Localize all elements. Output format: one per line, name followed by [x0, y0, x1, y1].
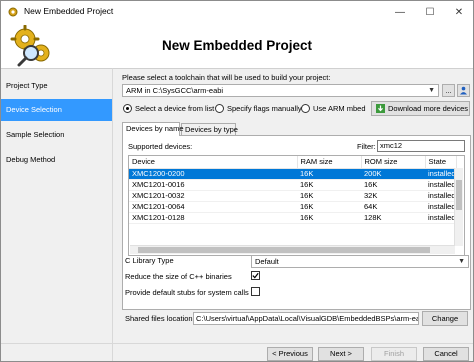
chevron-down-icon: ▼: [428, 87, 435, 94]
radio-indicator: [215, 104, 224, 113]
ram-cell: 16K: [297, 190, 361, 202]
radio-indicator: [301, 104, 310, 113]
clib-type-value: Default: [255, 257, 279, 266]
ram-cell: 16K: [297, 212, 361, 224]
device-name-cell: XMC1201-0128: [129, 212, 297, 224]
table-row[interactable]: XMC1201-0128 16K 128K installed: [129, 212, 456, 224]
radio-arm-mbed[interactable]: Use ARM mbed: [301, 104, 366, 113]
shared-location-field[interactable]: C:\Users\virtual\AppData\Local\VisualGDB…: [193, 312, 419, 325]
device-table-header: Device RAM size ROM size State: [129, 156, 457, 169]
column-header-rom[interactable]: ROM size: [361, 156, 426, 169]
previous-button[interactable]: < Previous: [267, 347, 313, 361]
rom-cell: 64K: [361, 201, 425, 213]
toolchain-value: ARM in C:\SysGCC\arm-eabi: [126, 86, 224, 95]
table-row[interactable]: XMC1201-0016 16K 16K installed: [129, 179, 456, 191]
cancel-button[interactable]: Cancel: [423, 347, 469, 361]
filter-label: Filter:: [357, 142, 376, 151]
person-icon: [460, 86, 467, 95]
vertical-scroll-thumb[interactable]: [456, 180, 462, 210]
maximize-icon: ☐: [425, 6, 435, 18]
state-cell: installed: [425, 179, 456, 191]
rom-cell: 128K: [361, 212, 425, 224]
reduce-size-label: Reduce the size of C++ binaries: [125, 272, 232, 281]
device-name-cell: XMC1200-0200: [129, 168, 297, 180]
default-stubs-checkbox[interactable]: [251, 287, 260, 296]
device-name-cell: XMC1201-0032: [129, 190, 297, 202]
toolchain-browse-label: ...: [445, 86, 452, 95]
horizontal-scrollbar[interactable]: [130, 245, 455, 254]
radio-label: Select a device from list: [135, 104, 215, 113]
horizontal-scroll-thumb[interactable]: [138, 247, 430, 253]
tab-devices-by-name[interactable]: Devices by name: [122, 122, 184, 136]
rom-cell: 16K: [361, 179, 425, 191]
toolchain-prompt: Please select a toolchain that will be u…: [122, 73, 331, 82]
column-header-state[interactable]: State: [425, 156, 457, 169]
download-devices-button[interactable]: Download more devices: [371, 101, 470, 116]
toolchain-browse-button[interactable]: ...: [442, 84, 455, 97]
radio-device-from-list[interactable]: Select a device from list: [123, 104, 214, 113]
wizard-steps-sidebar: Project Type Device Selection Sample Sel…: [1, 68, 113, 361]
supported-devices-label: Supported devices:: [128, 142, 193, 151]
toolchain-settings-button[interactable]: [457, 84, 470, 97]
device-list: Device RAM size ROM size State XMC1200-0…: [128, 155, 465, 256]
sidebar-item-device-selection[interactable]: Device Selection: [1, 99, 112, 121]
default-stubs-label: Provide default stubs for system calls: [125, 288, 249, 297]
wizard-header: New Embedded Project: [1, 23, 473, 68]
checkmark-icon: [252, 272, 259, 279]
table-row[interactable]: XMC1201-0032 16K 32K installed: [129, 190, 456, 202]
state-cell: installed: [425, 190, 456, 202]
vertical-scrollbar[interactable]: [454, 168, 463, 246]
rom-cell: 32K: [361, 190, 425, 202]
reduce-size-checkbox[interactable]: [251, 271, 260, 280]
device-name-cell: XMC1201-0064: [129, 201, 297, 213]
next-button[interactable]: Next >: [318, 347, 364, 361]
chevron-down-icon: ▼: [458, 258, 465, 265]
state-cell: installed: [425, 168, 456, 180]
page-title: New Embedded Project: [161, 38, 313, 53]
window-title: New Embedded Project: [24, 6, 114, 16]
radio-label: Use ARM mbed: [313, 104, 366, 113]
download-icon: [376, 104, 385, 113]
radio-indicator: [123, 104, 132, 113]
state-cell: installed: [425, 212, 456, 224]
shared-location-label: Shared files location:: [125, 314, 195, 323]
download-devices-label: Download more devices: [388, 104, 469, 113]
ram-cell: 16K: [297, 179, 361, 191]
minimize-button[interactable]: —: [385, 1, 415, 23]
column-header-device[interactable]: Device: [129, 156, 298, 169]
change-location-button[interactable]: Change: [422, 311, 468, 326]
maximize-button[interactable]: ☐: [415, 1, 445, 23]
change-location-label: Change: [431, 314, 459, 323]
close-button[interactable]: ✕: [445, 1, 473, 23]
new-project-window: New Embedded Project — ☐ ✕ New Embedded …: [0, 0, 474, 362]
devices-tab-panel: Supported devices: Filter: xmc12 Device …: [122, 135, 471, 310]
filter-input[interactable]: xmc12: [377, 140, 465, 152]
rom-cell: 200K: [361, 168, 425, 180]
radio-label: Specify flags manually: [227, 104, 302, 113]
footer-divider: [1, 343, 473, 344]
finish-button[interactable]: Finish: [371, 347, 417, 361]
device-table: Device RAM size ROM size State XMC1200-0…: [129, 156, 457, 224]
ram-cell: 16K: [297, 201, 361, 213]
state-cell: installed: [425, 201, 456, 213]
title-bar: New Embedded Project — ☐ ✕: [1, 1, 473, 23]
toolchain-select[interactable]: ARM in C:\SysGCC\arm-eabi ▼: [122, 84, 439, 97]
app-gear-icon: [8, 7, 18, 17]
ram-cell: 16K: [297, 168, 361, 180]
table-row[interactable]: XMC1201-0064 16K 64K installed: [129, 201, 456, 213]
column-header-ram[interactable]: RAM size: [297, 156, 362, 169]
sidebar-item-debug-method[interactable]: Debug Method: [1, 149, 112, 171]
close-icon: ✕: [454, 6, 464, 18]
minimize-icon: —: [395, 6, 405, 18]
clib-type-select[interactable]: Default ▼: [251, 255, 469, 268]
table-row[interactable]: XMC1200-0200 16K 200K installed: [129, 168, 456, 180]
device-name-cell: XMC1201-0016: [129, 179, 297, 191]
clib-type-label: C Library Type: [125, 256, 174, 265]
radio-flags-manually[interactable]: Specify flags manually: [215, 104, 302, 113]
sidebar-item-sample-selection[interactable]: Sample Selection: [1, 124, 112, 146]
sidebar-item-project-type[interactable]: Project Type: [1, 75, 112, 97]
device-selection-panel: Please select a toolchain that will be u…: [1, 68, 473, 361]
